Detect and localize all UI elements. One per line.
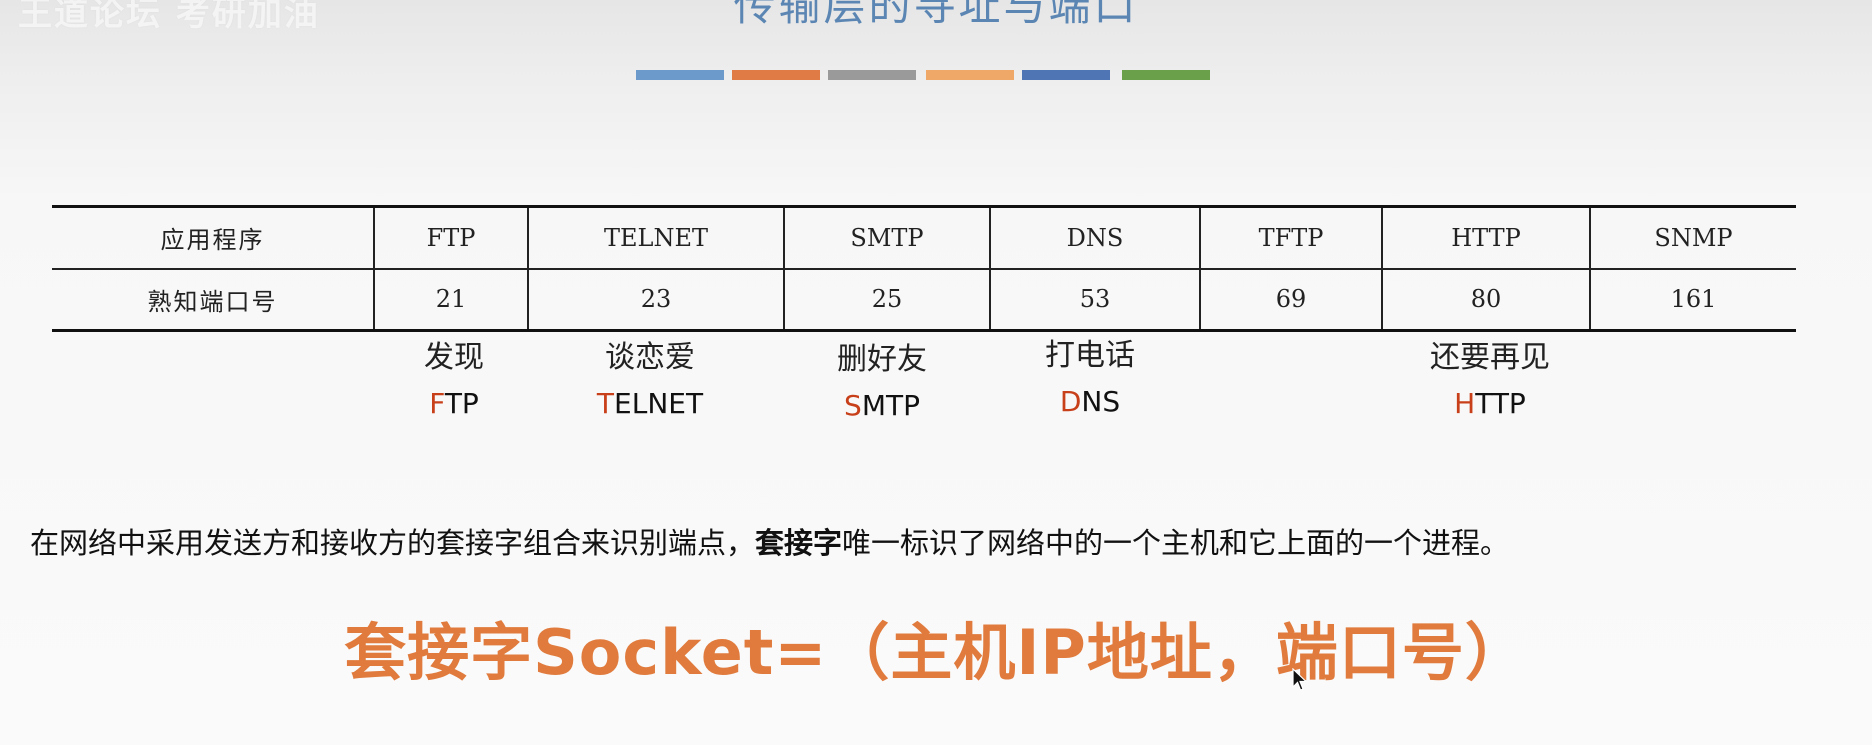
mnemonic-ftp-cn: 发现 — [424, 340, 484, 375]
port-cell-tftp: 69 — [1199, 267, 1383, 332]
mnemonic-http-en: HTTP — [1454, 387, 1526, 420]
title-color-bar-6 — [1122, 70, 1210, 80]
title-color-bar-5 — [1022, 70, 1110, 80]
mnemonic-telnet: 谈恋爱 TELNET — [580, 338, 720, 424]
table-row-apps: 应用程序 FTP TELNET SMTP DNS TFTP HTTP SNMP — [52, 205, 1796, 270]
app-cell-ftp: FTP — [373, 205, 529, 270]
socket-definition-sentence: 在网络中采用发送方和接收方的套接字组合来识别端点，套接字唯一标识了网络中的一个主… — [30, 520, 1870, 562]
mnemonic-http-cn: 还要再见 — [1430, 340, 1550, 375]
port-header-label: 熟知端口号 — [52, 267, 375, 332]
port-cell-ftp: 21 — [373, 267, 529, 332]
port-cell-smtp: 25 — [783, 267, 991, 332]
app-cell-http: HTTP — [1381, 205, 1591, 270]
sentence-part-2: 唯一标识了网络中的一个主机和它上面的一个进程。 — [842, 526, 1510, 560]
mnemonic-telnet-en: TELNET — [596, 387, 704, 420]
app-header-label: 应用程序 — [52, 205, 375, 270]
sentence-part-1: 在网络中采用发送方和接收方的套接字组合来识别端点， — [30, 526, 756, 560]
title-color-bar-3 — [828, 70, 916, 80]
port-table: 应用程序 FTP TELNET SMTP DNS TFTP HTTP SNMP … — [52, 205, 1796, 332]
mnemonic-ftp: 发现 FTP — [404, 338, 504, 424]
port-cell-snmp: 161 — [1589, 267, 1796, 332]
mnemonic-ftp-en: FTP — [429, 387, 479, 420]
mnemonic-telnet-cn: 谈恋爱 — [605, 340, 695, 375]
mnemonic-dns-cn: 打电话 — [1045, 338, 1135, 373]
mnemonic-smtp-en: SMTP — [844, 389, 920, 422]
title-color-bar-4 — [926, 70, 1014, 80]
sentence-bold-term: 套接字 — [755, 526, 843, 560]
port-cell-dns: 53 — [989, 267, 1201, 332]
mnemonic-smtp-cn: 删好友 — [837, 342, 927, 377]
mouse-pointer-icon — [1292, 668, 1308, 691]
mnemonic-http: 还要再见 HTTP — [1410, 338, 1570, 424]
title-color-bar-1 — [636, 70, 724, 80]
mnemonic-smtp: 删好友 SMTP — [812, 340, 952, 426]
app-cell-telnet: TELNET — [527, 205, 785, 270]
mnemonic-dns-en: DNS — [1059, 385, 1121, 418]
port-cell-telnet: 23 — [527, 267, 785, 332]
app-cell-dns: DNS — [989, 205, 1201, 270]
app-cell-smtp: SMTP — [783, 205, 991, 270]
port-cell-http: 80 — [1381, 267, 1591, 332]
app-cell-tftp: TFTP — [1199, 205, 1383, 270]
socket-formula: 套接字Socket=（主机IP地址，端口号） — [344, 616, 1528, 689]
page-title: 传输层的寻址与端口 — [733, 0, 1139, 30]
mnemonic-dns: 打电话 DNS — [1020, 336, 1160, 422]
table-row-ports: 熟知端口号 21 23 25 53 69 80 161 — [52, 267, 1796, 332]
title-color-bar-2 — [732, 70, 820, 80]
app-cell-snmp: SNMP — [1589, 205, 1796, 270]
